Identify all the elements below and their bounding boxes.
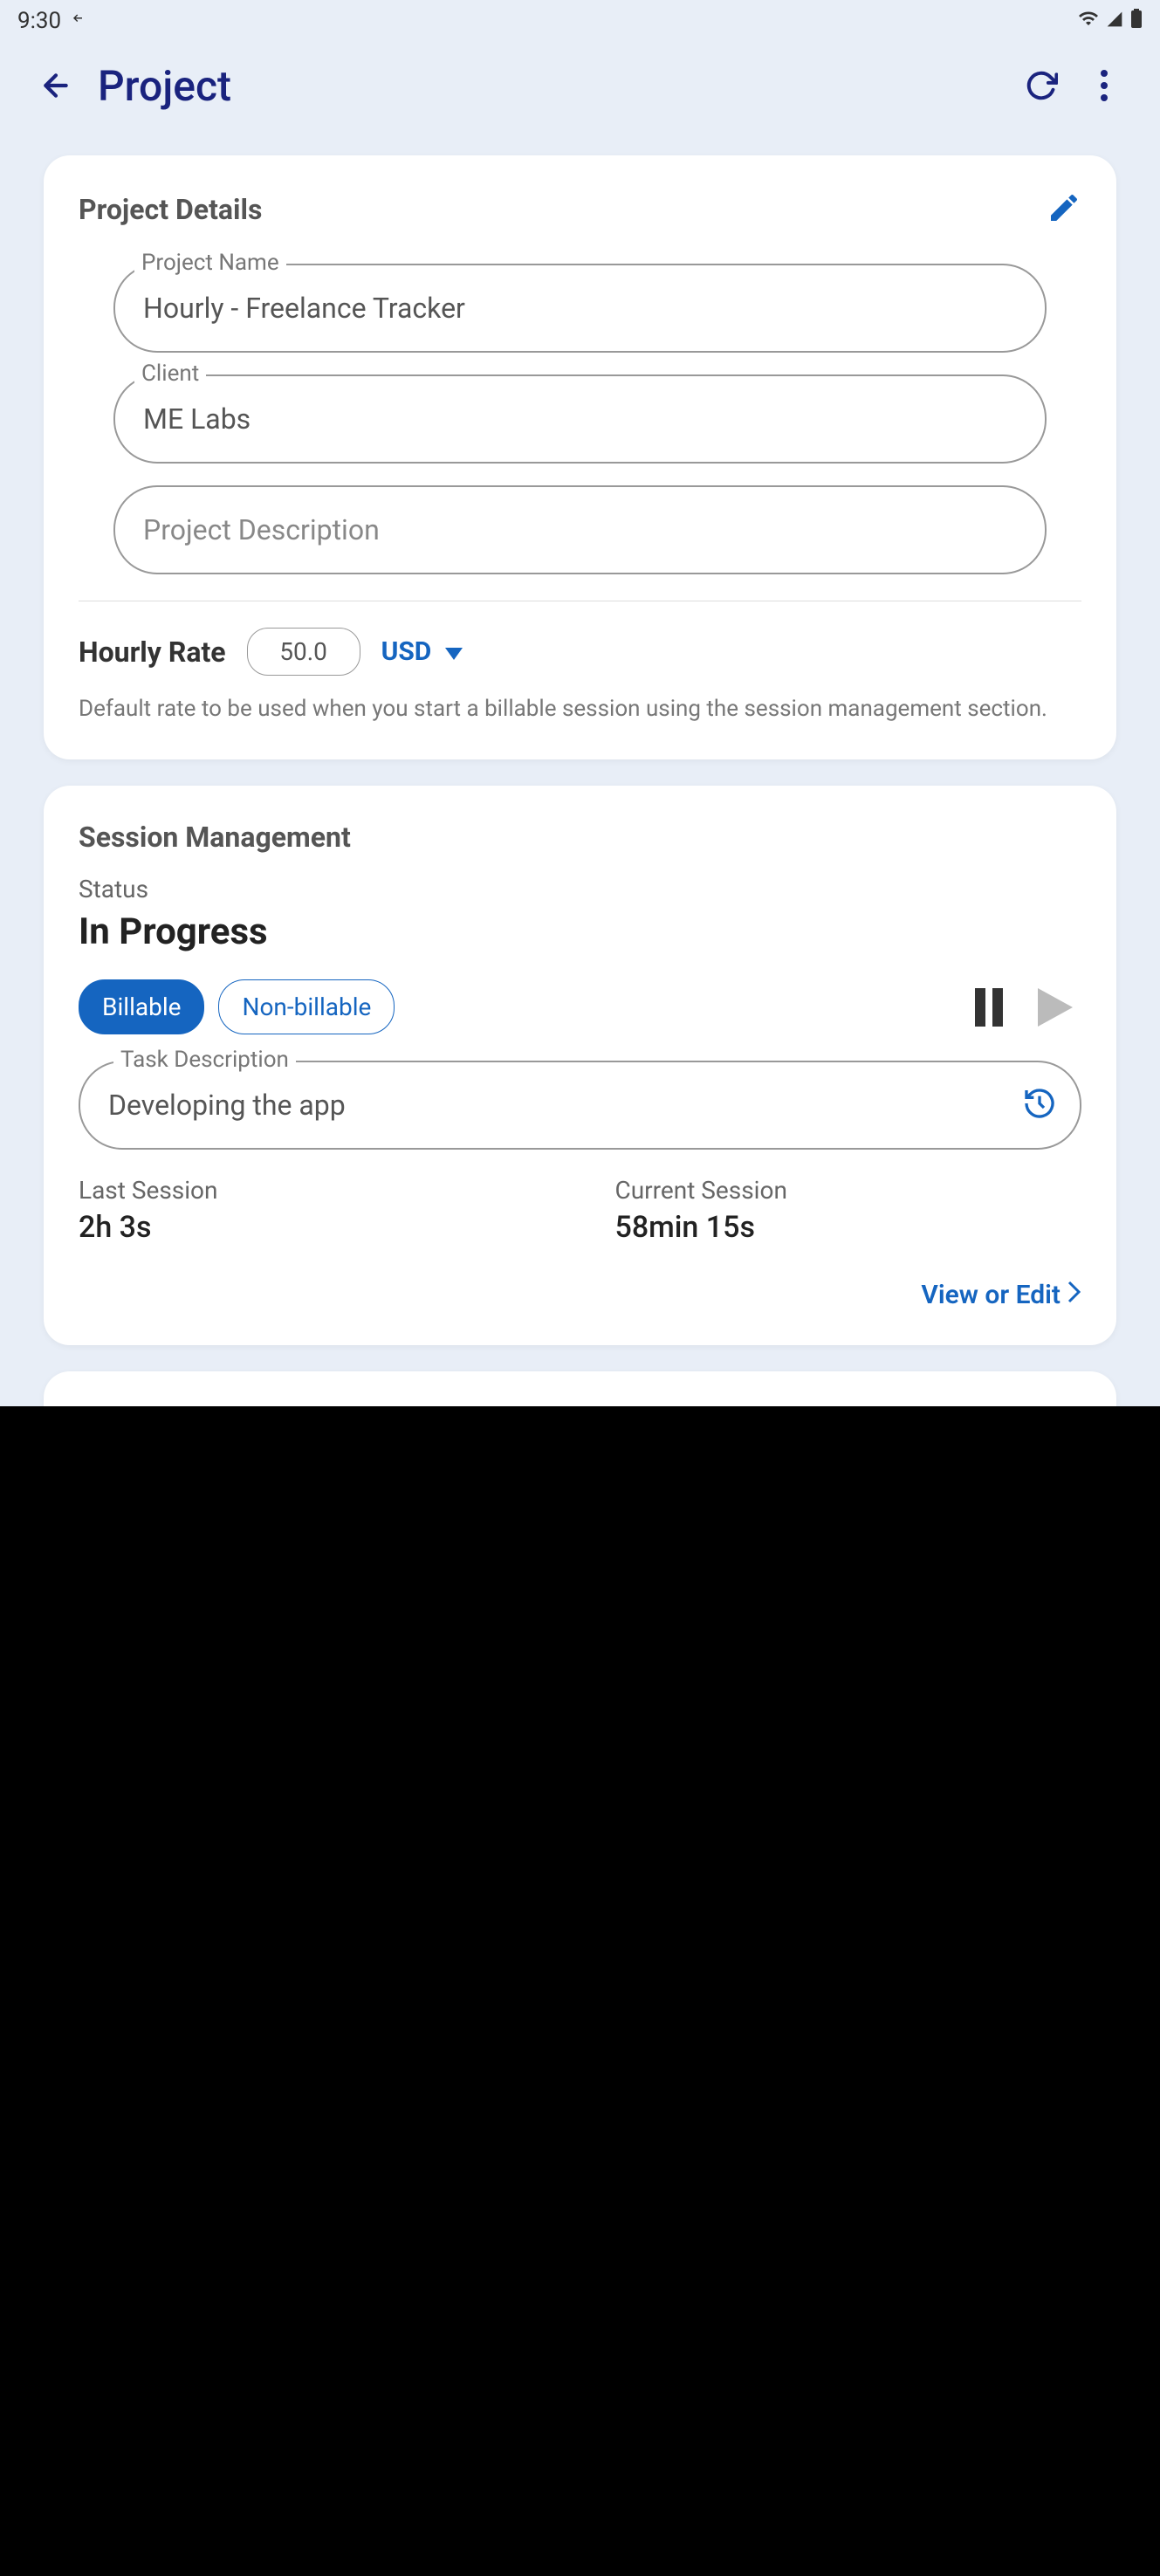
non-billable-chip[interactable]: Non-billable <box>218 979 395 1034</box>
last-session-value: 2h 3s <box>79 1210 546 1245</box>
refresh-button[interactable] <box>1020 65 1062 106</box>
client-label: Client <box>134 361 206 387</box>
page-title: Project <box>98 61 999 111</box>
rate-help-text: Default rate to be used when you start a… <box>79 693 1081 725</box>
signal-icon <box>1106 8 1123 34</box>
current-session-value: 58min 15s <box>615 1210 1082 1245</box>
project-name-input[interactable]: Hourly - Freelance Tracker <box>113 264 1047 353</box>
description-input[interactable]: Project Description <box>113 485 1047 574</box>
status-time: 9:30 <box>17 8 61 34</box>
project-name-field: Project Name Hourly - Freelance Tracker <box>113 264 1047 353</box>
history-button[interactable] <box>1022 1086 1057 1124</box>
task-description-label: Task Description <box>113 1047 296 1073</box>
black-filler <box>0 1406 1160 2576</box>
wifi-icon <box>1078 8 1099 35</box>
currency-selector[interactable]: USD <box>381 636 463 667</box>
battery-icon <box>1130 8 1143 35</box>
billable-chip[interactable]: Billable <box>79 979 204 1034</box>
current-session-label: Current Session <box>615 1176 1082 1205</box>
pause-button[interactable] <box>963 981 1015 1034</box>
hourly-rate-label: Hourly Rate <box>79 635 226 669</box>
currency-value: USD <box>381 636 432 667</box>
session-management-card: Session Management Status In Progress Bi… <box>44 786 1116 1345</box>
project-details-card: Project Details Project Name Hourly - Fr… <box>44 155 1116 759</box>
description-field: Project Description <box>113 485 1047 574</box>
last-session-label: Last Session <box>79 1176 546 1205</box>
next-card-peek <box>44 1371 1116 1406</box>
project-details-title: Project Details <box>79 193 262 226</box>
project-name-label: Project Name <box>134 250 286 276</box>
session-management-title: Session Management <box>79 821 1081 854</box>
task-description-input[interactable]: Developing the app <box>79 1061 1081 1150</box>
client-input[interactable]: ME Labs <box>113 374 1047 464</box>
app-header: Project <box>0 42 1160 129</box>
status-value: In Progress <box>79 910 1081 953</box>
more-options-button[interactable] <box>1083 65 1125 106</box>
chevron-right-icon <box>1067 1280 1081 1310</box>
view-or-edit-label: View or Edit <box>921 1280 1060 1310</box>
nav-indicator-icon <box>72 8 87 34</box>
status-label: Status <box>79 875 1081 903</box>
hourly-rate-input[interactable]: 50.0 <box>247 628 360 676</box>
play-button[interactable] <box>1029 981 1081 1034</box>
task-description-field: Task Description Developing the app <box>79 1061 1081 1150</box>
back-button[interactable] <box>35 65 77 106</box>
dropdown-icon <box>445 636 463 667</box>
edit-button[interactable] <box>1047 190 1081 229</box>
view-or-edit-link[interactable]: View or Edit <box>79 1280 1081 1310</box>
client-field: Client ME Labs <box>113 374 1047 464</box>
status-bar: 9:30 <box>0 0 1160 42</box>
